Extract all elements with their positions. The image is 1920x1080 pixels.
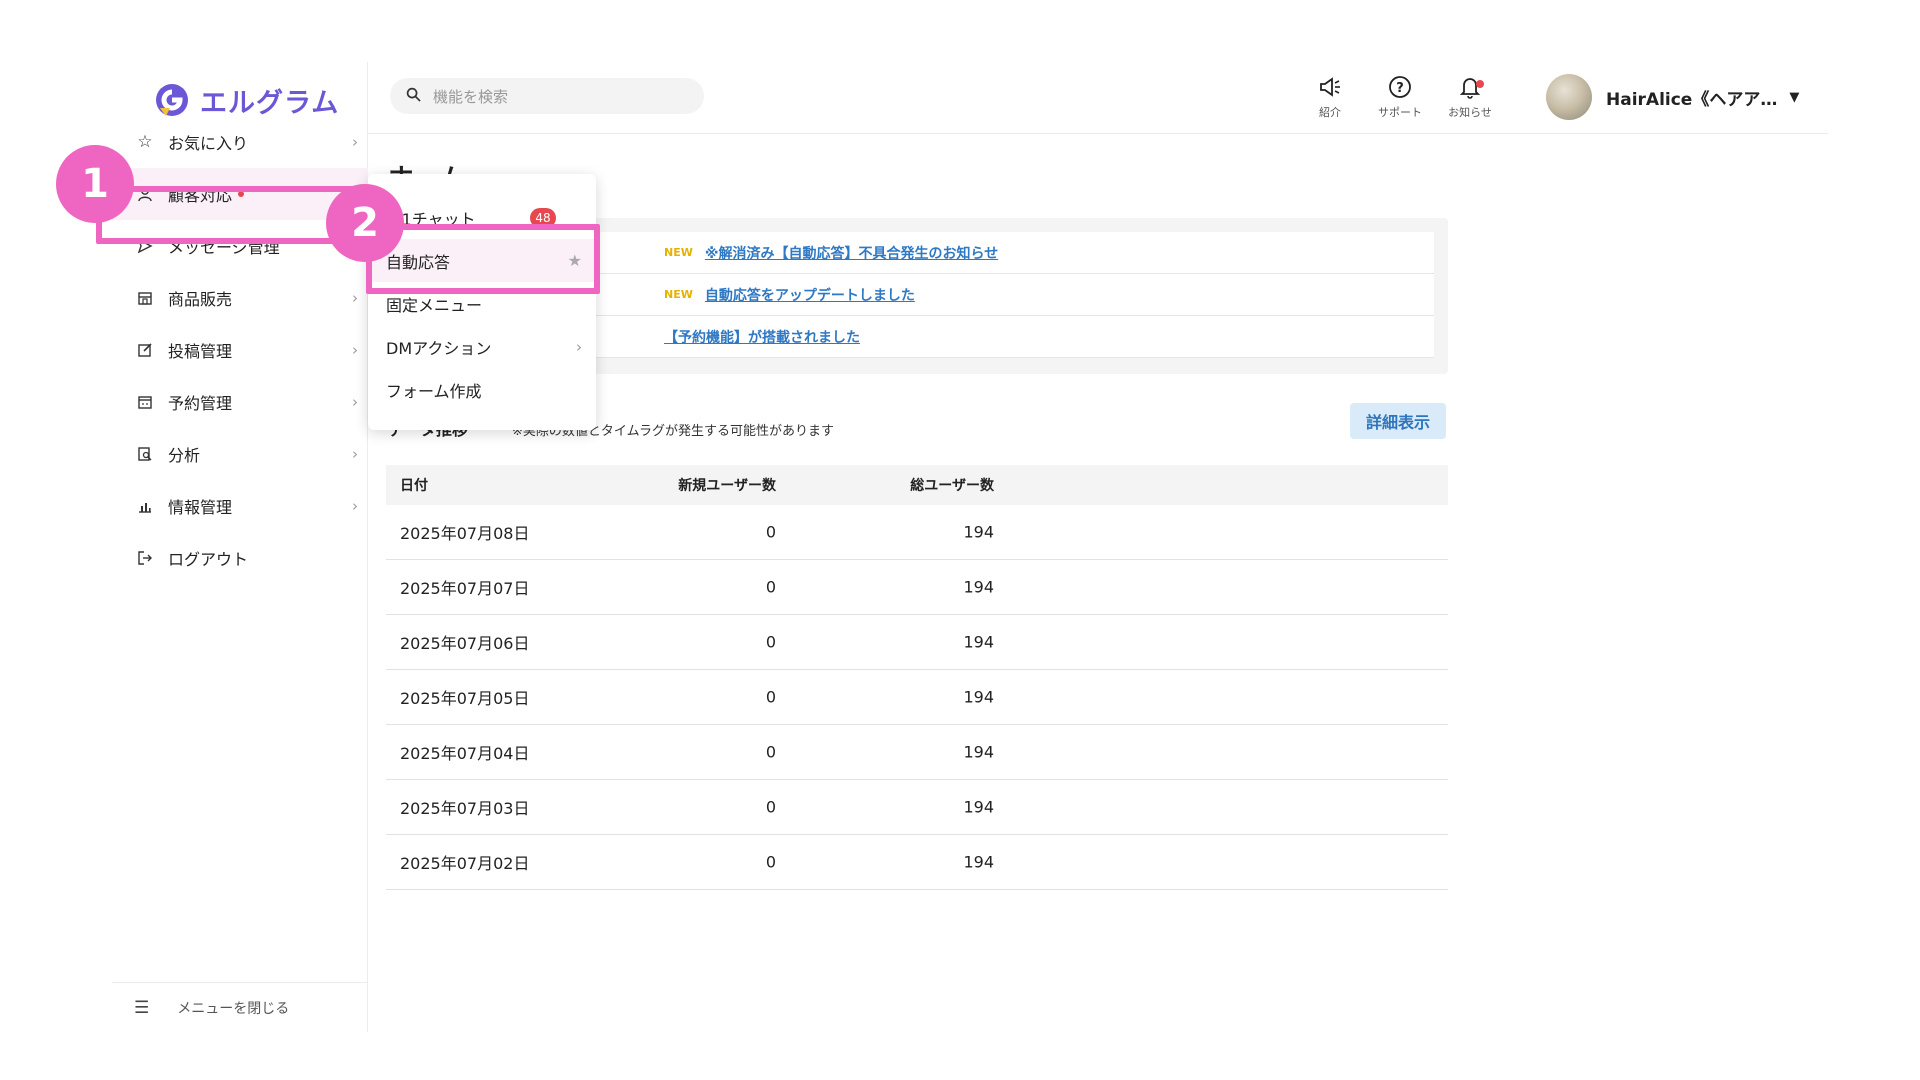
bar-chart-icon bbox=[134, 495, 156, 517]
sidebar-item-product-sales[interactable]: 商品販売 › bbox=[112, 272, 368, 324]
sidebar-item-label: 予約管理 bbox=[168, 394, 233, 413]
sidebar-item-logout[interactable]: ログアウト bbox=[112, 532, 368, 584]
sidebar-item-label: お気に入り bbox=[168, 134, 249, 153]
sidebar-item-label: 情報管理 bbox=[168, 498, 233, 517]
table-row: 2025年07月03日 0 194 bbox=[386, 780, 1448, 835]
cell-new-users: 0 bbox=[765, 577, 776, 597]
sidebar-item-reservation-management[interactable]: 予約管理 › bbox=[112, 376, 368, 428]
account-menu[interactable]: HairAlice《ヘアア… ▼ bbox=[1546, 74, 1799, 120]
header-date: 日付 bbox=[400, 478, 428, 494]
header-new-users: 新規ユーザー数 bbox=[678, 478, 776, 494]
cell-date: 2025年07月07日 bbox=[400, 579, 530, 598]
cell-date: 2025年07月02日 bbox=[400, 854, 530, 873]
cell-new-users: 0 bbox=[765, 852, 776, 872]
detail-button[interactable]: 詳細表示 bbox=[1350, 403, 1446, 439]
close-menu-button[interactable]: ☰ メニューを閉じる bbox=[112, 982, 368, 1032]
cell-total-users: 194 bbox=[963, 522, 994, 542]
sidebar-item-info-management[interactable]: 情報管理 › bbox=[112, 480, 368, 532]
logo-text: エルグラム bbox=[200, 87, 340, 119]
sidebar-item-analytics[interactable]: 分析 › bbox=[112, 428, 368, 480]
sidebar-item-label: 商品販売 bbox=[168, 290, 233, 309]
cell-date: 2025年07月05日 bbox=[400, 689, 530, 708]
logout-icon bbox=[134, 547, 156, 569]
chevron-right-icon: › bbox=[352, 497, 358, 515]
megaphone-icon bbox=[1300, 74, 1360, 104]
support-label: サポート bbox=[1378, 106, 1422, 119]
cell-new-users: 0 bbox=[765, 797, 776, 817]
table-row: 2025年07月02日 0 194 bbox=[386, 835, 1448, 890]
cell-new-users: 0 bbox=[765, 632, 776, 652]
step-marker-1: 1 bbox=[56, 145, 134, 223]
chevron-right-icon: › bbox=[352, 393, 358, 411]
news-link[interactable]: 自動応答をアップデートしました bbox=[705, 285, 915, 305]
table-row: 2025年07月07日 0 194 bbox=[386, 560, 1448, 615]
new-badge: NEW bbox=[664, 288, 693, 301]
star-outline-icon: ☆ bbox=[137, 132, 153, 152]
help-icon: ? bbox=[1370, 74, 1430, 104]
search-input[interactable]: 機能を検索 bbox=[390, 78, 704, 114]
cell-new-users: 0 bbox=[765, 522, 776, 542]
header-total-users: 総ユーザー数 bbox=[910, 478, 994, 494]
intro-label: 紹介 bbox=[1319, 106, 1341, 119]
cell-date: 2025年07月03日 bbox=[400, 799, 530, 818]
support-button[interactable]: ? サポート bbox=[1370, 74, 1430, 120]
intro-button[interactable]: 紹介 bbox=[1300, 74, 1360, 120]
sidebar-item-label: 投稿管理 bbox=[168, 342, 233, 361]
caret-down-icon: ▼ bbox=[1789, 89, 1800, 105]
user-stats-table: 日付 新規ユーザー数 総ユーザー数 2025年07月08日 0 194 2025… bbox=[386, 465, 1448, 890]
table-row: 2025年07月08日 0 194 bbox=[386, 505, 1448, 560]
svg-text:?: ? bbox=[1396, 81, 1404, 96]
submenu-item-dm-action[interactable]: DMアクション › bbox=[368, 325, 596, 368]
cell-date: 2025年07月06日 bbox=[400, 634, 530, 653]
cell-total-users: 194 bbox=[963, 797, 994, 817]
analytics-icon bbox=[134, 443, 156, 465]
table-row: 2025年07月06日 0 194 bbox=[386, 615, 1448, 670]
edit-icon bbox=[134, 339, 156, 361]
sidebar-item-label: ログアウト bbox=[168, 550, 249, 569]
news-link[interactable]: ※解消済み【自動応答】不具合発生のお知らせ bbox=[705, 243, 998, 263]
cell-total-users: 194 bbox=[963, 852, 994, 872]
notice-label: お知らせ bbox=[1448, 106, 1492, 119]
table-row: 2025年07月05日 0 194 bbox=[386, 670, 1448, 725]
cell-total-users: 194 bbox=[963, 742, 994, 762]
search-icon bbox=[406, 87, 421, 106]
table-header: 日付 新規ユーザー数 総ユーザー数 bbox=[386, 465, 1448, 505]
avatar bbox=[1546, 74, 1592, 120]
chevron-right-icon: › bbox=[576, 337, 582, 356]
chevron-right-icon: › bbox=[352, 289, 358, 307]
cell-date: 2025年07月08日 bbox=[400, 524, 530, 543]
submenu-item-label: 固定メニュー bbox=[386, 295, 483, 315]
chevron-right-icon: › bbox=[352, 445, 358, 463]
bell-icon bbox=[1440, 74, 1500, 104]
cell-total-users: 194 bbox=[963, 632, 994, 652]
cell-date: 2025年07月04日 bbox=[400, 744, 530, 763]
topbar: 機能を検索 紹介 ? サポート お知らせ HairAlice《ヘアア… ▼ bbox=[368, 62, 1828, 134]
menu-collapse-icon: ☰ bbox=[134, 997, 150, 1018]
sidebar-item-favorites[interactable]: ☆ お気に入り › bbox=[112, 116, 368, 168]
chevron-right-icon: › bbox=[352, 133, 358, 151]
shop-icon bbox=[134, 287, 156, 309]
cell-total-users: 194 bbox=[963, 687, 994, 707]
chevron-right-icon: › bbox=[352, 341, 358, 359]
submenu-item-form-creation[interactable]: フォーム作成 bbox=[368, 368, 596, 411]
search-placeholder: 機能を検索 bbox=[433, 87, 509, 106]
cell-new-users: 0 bbox=[765, 687, 776, 707]
app-logo[interactable]: エルグラム bbox=[152, 80, 339, 120]
new-badge: NEW bbox=[664, 246, 693, 259]
account-name: HairAlice《ヘアア… bbox=[1606, 89, 1778, 110]
table-row: 2025年07月04日 0 194 bbox=[386, 725, 1448, 780]
cell-new-users: 0 bbox=[765, 742, 776, 762]
sidebar-item-label: 分析 bbox=[168, 446, 201, 465]
notification-dot bbox=[1476, 80, 1484, 88]
notifications-button[interactable]: お知らせ bbox=[1440, 74, 1500, 120]
submenu-item-label: DMアクション bbox=[386, 338, 492, 358]
logo-icon bbox=[152, 80, 192, 120]
calendar-icon bbox=[134, 391, 156, 413]
close-menu-label: メニューを閉じる bbox=[177, 1000, 290, 1017]
news-link[interactable]: 【予約機能】が搭載されました bbox=[664, 327, 860, 347]
cell-total-users: 194 bbox=[963, 577, 994, 597]
step-marker-2: 2 bbox=[326, 184, 404, 262]
submenu-item-label: フォーム作成 bbox=[386, 381, 482, 401]
sidebar-item-post-management[interactable]: 投稿管理 › bbox=[112, 324, 368, 376]
